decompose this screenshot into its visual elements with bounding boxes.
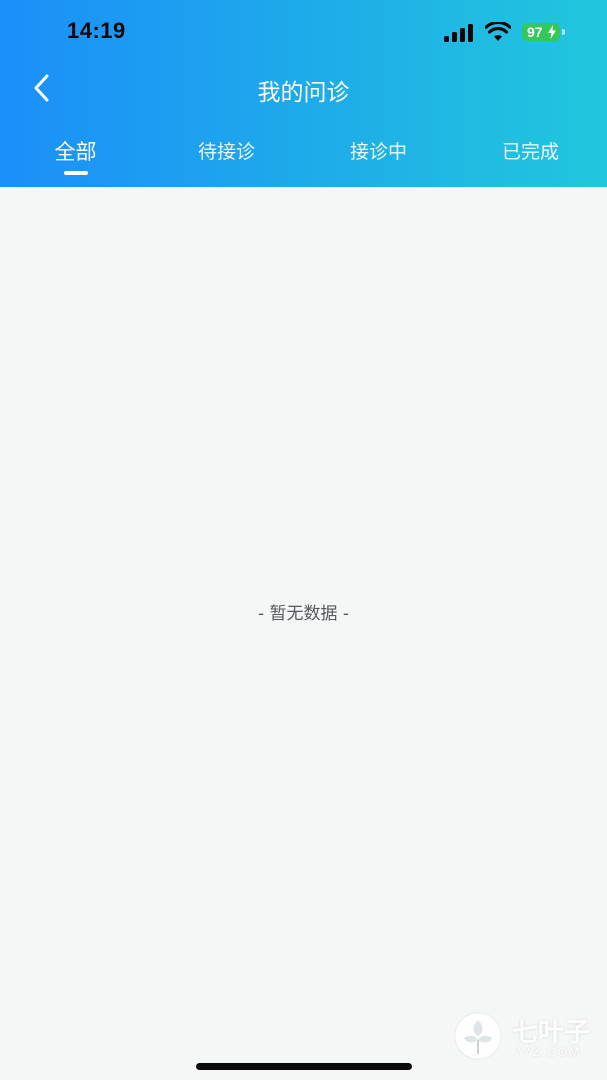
tab-pending[interactable]: 待接诊 <box>151 130 302 180</box>
status-bar: 14:19 97 <box>0 0 607 64</box>
tab-label: 全部 <box>54 140 97 164</box>
leaf-logo-icon <box>454 1012 502 1060</box>
tab-label: 待接诊 <box>197 141 255 163</box>
watermark-domain: 7YZ.COM <box>514 1045 582 1059</box>
battery-icon: 97 <box>522 23 565 41</box>
watermark: 七叶子 7YZ.COM <box>452 1008 602 1068</box>
empty-state-text: - 暂无数据 - <box>257 604 350 624</box>
status-time: 14:19 <box>67 18 126 43</box>
battery-level: 97 <box>527 24 543 40</box>
nav-bar: 我的问诊 <box>0 64 607 112</box>
tab-in-progress[interactable]: 接诊中 <box>303 130 454 180</box>
page-title: 我的问诊 <box>257 80 350 106</box>
tab-all[interactable]: 全部 <box>0 130 151 180</box>
watermark-brand: 七叶子 <box>512 1018 591 1048</box>
active-tab-indicator <box>64 171 88 175</box>
tab-bar: 全部 待接诊 接诊中 已完成 <box>0 130 607 180</box>
charging-bolt-icon <box>548 25 556 39</box>
consultation-list[interactable]: - 暂无数据 - <box>0 187 607 1080</box>
wifi-icon <box>485 22 511 41</box>
battery-cap <box>562 29 565 35</box>
tab-label: 已完成 <box>501 141 559 163</box>
signal-icon <box>444 24 473 42</box>
tab-label: 接诊中 <box>349 141 407 163</box>
app-header: 14:19 97 我的问诊 全部 待接诊 接诊中 已完成 <box>0 0 607 187</box>
home-indicator[interactable] <box>196 1063 412 1070</box>
tab-completed[interactable]: 已完成 <box>455 130 606 180</box>
